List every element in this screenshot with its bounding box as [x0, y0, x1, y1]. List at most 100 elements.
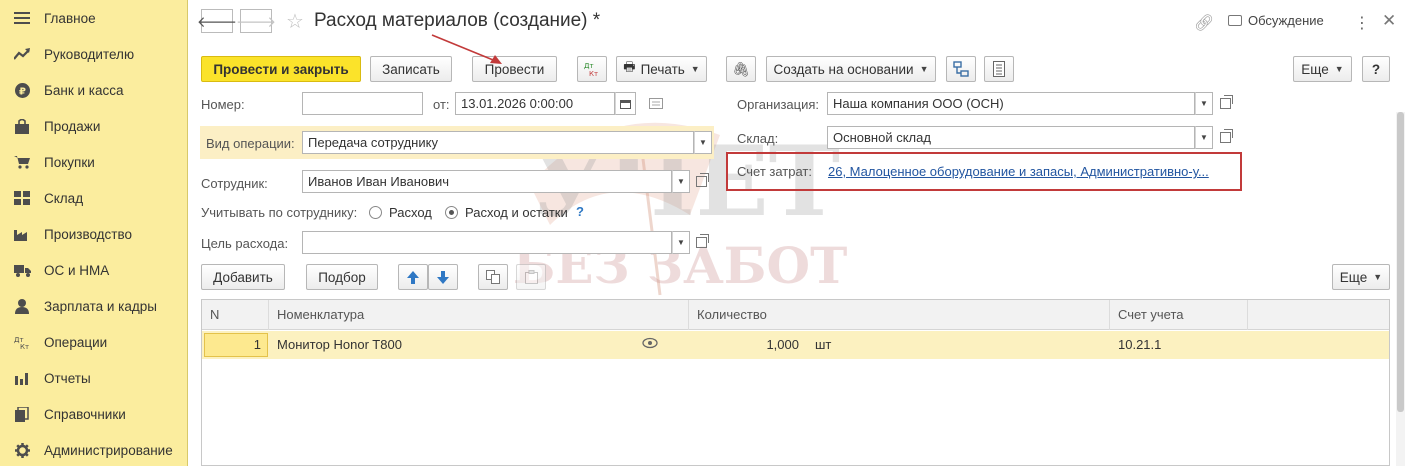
- more-vertical-icon[interactable]: ⋮: [1354, 13, 1370, 33]
- books-icon: [0, 406, 44, 422]
- sidebar-item-label: Операции: [44, 334, 108, 350]
- sidebar-item-production[interactable]: Производство: [0, 216, 188, 252]
- pick-button[interactable]: Подбор: [306, 264, 378, 290]
- organization-dropdown[interactable]: ▼: [1195, 92, 1213, 115]
- move-up-button[interactable]: [398, 264, 428, 290]
- structure-button[interactable]: [946, 56, 976, 82]
- calendar-button[interactable]: [615, 92, 636, 115]
- move-down-button[interactable]: [428, 264, 458, 290]
- account-cell[interactable]: 10.21.1: [1110, 331, 1161, 359]
- gear-icon: [0, 442, 44, 458]
- arrow-up-icon: [407, 270, 419, 284]
- paperclip-icon: 🖇︎: [732, 60, 750, 77]
- purpose-open-icon[interactable]: [691, 231, 711, 254]
- date-label: от:: [433, 97, 450, 112]
- number-label: Номер:: [201, 97, 245, 112]
- save-button[interactable]: Записать: [370, 56, 452, 82]
- cost-account-link[interactable]: 26, Малоценное оборудование и запасы, Ад…: [828, 164, 1209, 179]
- date-options-icon[interactable]: [646, 92, 666, 115]
- sidebar-item-assets[interactable]: ОС и НМА: [0, 252, 188, 288]
- warehouse-field[interactable]: Основной склад: [827, 126, 1195, 149]
- help-question-icon[interactable]: ?: [576, 204, 584, 219]
- sidebar-item-label: Отчеты: [44, 370, 91, 386]
- discussion-button[interactable]: Обсуждение: [1228, 13, 1324, 28]
- sidebar-item-salary[interactable]: Зарплата и кадры: [0, 288, 188, 324]
- sidebar-item-references[interactable]: Справочники: [0, 396, 188, 432]
- sidebar-item-label: ОС и НМА: [44, 262, 110, 278]
- link-icon[interactable]: 🔗︎: [1194, 13, 1214, 33]
- forward-button[interactable]: 🡒: [236, 9, 276, 33]
- attach-button[interactable]: 🖇︎: [726, 56, 756, 82]
- date-field[interactable]: 13.01.2026 0:00:00: [455, 92, 615, 115]
- sidebar-item-reports[interactable]: Отчеты: [0, 360, 188, 396]
- sidebar-item-label: Руководителю: [44, 46, 135, 62]
- favorite-star-icon[interactable]: ☆: [286, 9, 304, 34]
- dt-kt-icon: ДтКт: [0, 335, 44, 350]
- chevron-down-icon: ▼: [677, 238, 685, 247]
- print-button[interactable]: 🖶︎ Печать ▼: [616, 56, 707, 82]
- help-button[interactable]: ?: [1362, 56, 1390, 82]
- post-and-close-button[interactable]: Провести и закрыть: [201, 56, 361, 82]
- unit-cell[interactable]: шт: [807, 331, 831, 359]
- warehouse-open-icon[interactable]: [1215, 126, 1235, 149]
- item-lookup-icon[interactable]: [634, 331, 658, 359]
- sidebar-item-label: Банк и касса: [44, 82, 124, 98]
- purpose-field[interactable]: [302, 231, 672, 254]
- row-number-cell[interactable]: 1: [204, 333, 268, 357]
- app-window: Главное Руководителю ₽ Банк и касса Прод…: [0, 0, 1407, 466]
- employee-dropdown[interactable]: ▼: [672, 170, 690, 193]
- chevron-down-icon: ▼: [1334, 64, 1344, 74]
- post-button[interactable]: Провести: [472, 56, 557, 82]
- close-icon[interactable]: ✕: [1382, 11, 1396, 31]
- table-more-button[interactable]: Еще ▼: [1332, 264, 1390, 290]
- document-list-button[interactable]: [984, 56, 1014, 82]
- more-button[interactable]: Еще ▼: [1293, 56, 1352, 82]
- track-expense-radio[interactable]: [369, 206, 382, 219]
- table-header: N Номенклатура Количество Счет учета: [202, 300, 1389, 330]
- svg-text:Дт: Дт: [584, 62, 594, 70]
- number-field[interactable]: [302, 92, 423, 115]
- table-more-label: Еще: [1339, 269, 1368, 285]
- organization-label: Организация:: [737, 97, 820, 112]
- sidebar-item-main[interactable]: Главное: [0, 0, 188, 36]
- organization-field[interactable]: Наша компания ООО (ОСН): [827, 92, 1195, 115]
- column-header-n[interactable]: N: [202, 300, 269, 330]
- sidebar-item-operations[interactable]: Дт Кт Операции: [0, 324, 188, 360]
- quantity-cell[interactable]: 1,000: [689, 331, 805, 359]
- organization-open-icon[interactable]: [1215, 92, 1235, 115]
- paste-button[interactable]: [516, 264, 546, 290]
- warehouse-dropdown[interactable]: ▼: [1195, 126, 1213, 149]
- column-header-account[interactable]: Счет учета: [1110, 300, 1248, 330]
- print-label: Печать: [640, 61, 685, 77]
- dt-kt-icon: ДтКт: [584, 62, 598, 77]
- sidebar-item-purchases[interactable]: Покупки: [0, 144, 188, 180]
- column-header-quantity[interactable]: Количество: [689, 300, 1110, 330]
- sidebar-item-label: Главное: [44, 10, 96, 26]
- table-row[interactable]: 1 Монитор Honor T800 1,000 шт 10.21.1: [202, 331, 1389, 359]
- svg-text:Кт: Кт: [20, 343, 29, 350]
- sidebar-item-label: Справочники: [44, 406, 126, 422]
- back-button[interactable]: 🡐: [197, 9, 237, 33]
- scrollbar-thumb[interactable]: [1397, 112, 1404, 412]
- operation-type-field[interactable]: Передача сотруднику: [302, 131, 694, 154]
- column-header-item[interactable]: Номенклатура: [269, 300, 689, 330]
- sidebar-item-bank[interactable]: ₽ Банк и касса: [0, 72, 188, 108]
- item-cell[interactable]: Монитор Honor T800: [269, 331, 402, 359]
- sidebar-item-warehouse[interactable]: Склад: [0, 180, 188, 216]
- dt-kt-button[interactable]: Дт Кт: [577, 56, 607, 82]
- sidebar-item-manager[interactable]: Руководителю: [0, 36, 188, 72]
- purpose-dropdown[interactable]: ▼: [672, 231, 690, 254]
- chevron-down-icon: ▼: [677, 177, 685, 186]
- sidebar-item-sales[interactable]: Продажи: [0, 108, 188, 144]
- scrollbar[interactable]: [1396, 112, 1405, 466]
- create-based-on-button[interactable]: Создать на основании ▼: [766, 56, 936, 82]
- employee-open-icon[interactable]: [691, 170, 711, 193]
- sidebar-item-admin[interactable]: Администрирование: [0, 432, 188, 466]
- employee-field[interactable]: Иванов Иван Иванович: [302, 170, 672, 193]
- printer-icon: 🖶︎: [623, 59, 636, 74]
- track-expense-balance-radio[interactable]: [445, 206, 458, 219]
- operation-type-dropdown[interactable]: ▼: [694, 131, 712, 154]
- cart-icon: [0, 155, 44, 169]
- add-row-button[interactable]: Добавить: [201, 264, 285, 290]
- copy-button[interactable]: [478, 264, 508, 290]
